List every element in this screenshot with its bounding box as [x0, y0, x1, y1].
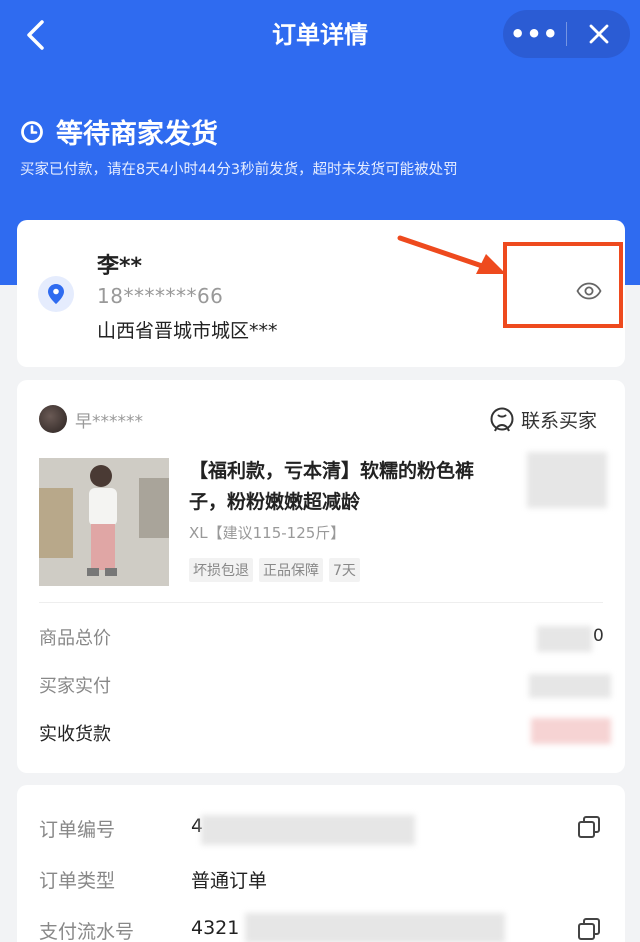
- received-payment-label: 实收货款: [39, 724, 111, 745]
- status-description: 买家已付款，请在8天4小时44分3秒前发货，超时未发货可能被处罚: [20, 162, 458, 178]
- copy-order-number-button[interactable]: [577, 815, 601, 843]
- copy-icon: [578, 816, 600, 838]
- location-pin-icon: [48, 284, 64, 304]
- order-type-label: 订单类型: [39, 870, 116, 892]
- service-tags: 坏损包退 正品保障 7天: [189, 558, 366, 582]
- address-card[interactable]: 李** 18*******66 山西省晋城市城区***: [17, 220, 625, 367]
- blurred-price: [527, 452, 607, 508]
- goods-total-value: 0: [593, 626, 604, 646]
- close-icon: [589, 24, 608, 44]
- annotation-highlight-box: [503, 242, 623, 328]
- menu-capsule: •••: [503, 10, 630, 58]
- order-number-label: 订单编号: [39, 819, 116, 841]
- close-button[interactable]: [567, 10, 630, 58]
- blurred-goods-total: [537, 626, 592, 652]
- payment-serial-label: 支付流水号: [39, 921, 135, 942]
- avatar: [39, 405, 67, 433]
- annotation-arrow: [397, 235, 506, 274]
- recipient-address: 山西省晋城市城区***: [97, 320, 278, 342]
- copy-payment-serial-button[interactable]: [577, 917, 601, 942]
- blurred-payment-serial: [245, 913, 505, 942]
- order-info-card: 订单编号 4 订单类型 普通订单 支付流水号 4321: [17, 785, 625, 942]
- status-title: 等待商家发货: [56, 119, 218, 150]
- copy-icon: [578, 918, 600, 940]
- service-tag: 7天: [329, 558, 360, 582]
- blurred-order-number: [201, 815, 415, 845]
- product-image[interactable]: [39, 458, 169, 586]
- buyer-name: 早******: [75, 412, 143, 432]
- clock-icon: [21, 120, 43, 143]
- status-row: 等待商家发货: [20, 112, 218, 151]
- location-badge: [38, 276, 74, 312]
- order-type-value: 普通订单: [191, 870, 268, 892]
- blurred-received-payment: [531, 718, 611, 744]
- divider: [39, 602, 603, 603]
- eye-icon: [576, 282, 602, 300]
- product-spec: XL【建议115-125斤】: [189, 524, 346, 542]
- buyer-paid-label: 买家实付: [39, 676, 111, 697]
- show-info-button[interactable]: [576, 282, 602, 304]
- contact-buyer-button[interactable]: 联系买家: [489, 406, 597, 433]
- service-tag: 坏损包退: [189, 558, 253, 582]
- recipient-phone: 18*******66: [97, 284, 224, 308]
- service-tag: 正品保障: [259, 558, 323, 582]
- product-title[interactable]: 【福利款，亏本清】软糯的粉色裤子，粉粉嫩嫩超减龄: [189, 456, 509, 518]
- order-card: 早****** 联系买家 【福利款，亏本清】软糯的粉色裤子，粉粉嫩嫩超减龄 XL…: [17, 380, 625, 773]
- goods-total-label: 商品总价: [39, 628, 111, 649]
- payment-serial-value: 4321: [191, 917, 240, 939]
- contact-buyer-label: 联系买家: [521, 410, 598, 432]
- blurred-buyer-paid: [529, 674, 611, 698]
- recipient-name: 李**: [97, 254, 143, 279]
- more-button[interactable]: •••: [503, 10, 566, 58]
- contact-icon: [490, 407, 514, 431]
